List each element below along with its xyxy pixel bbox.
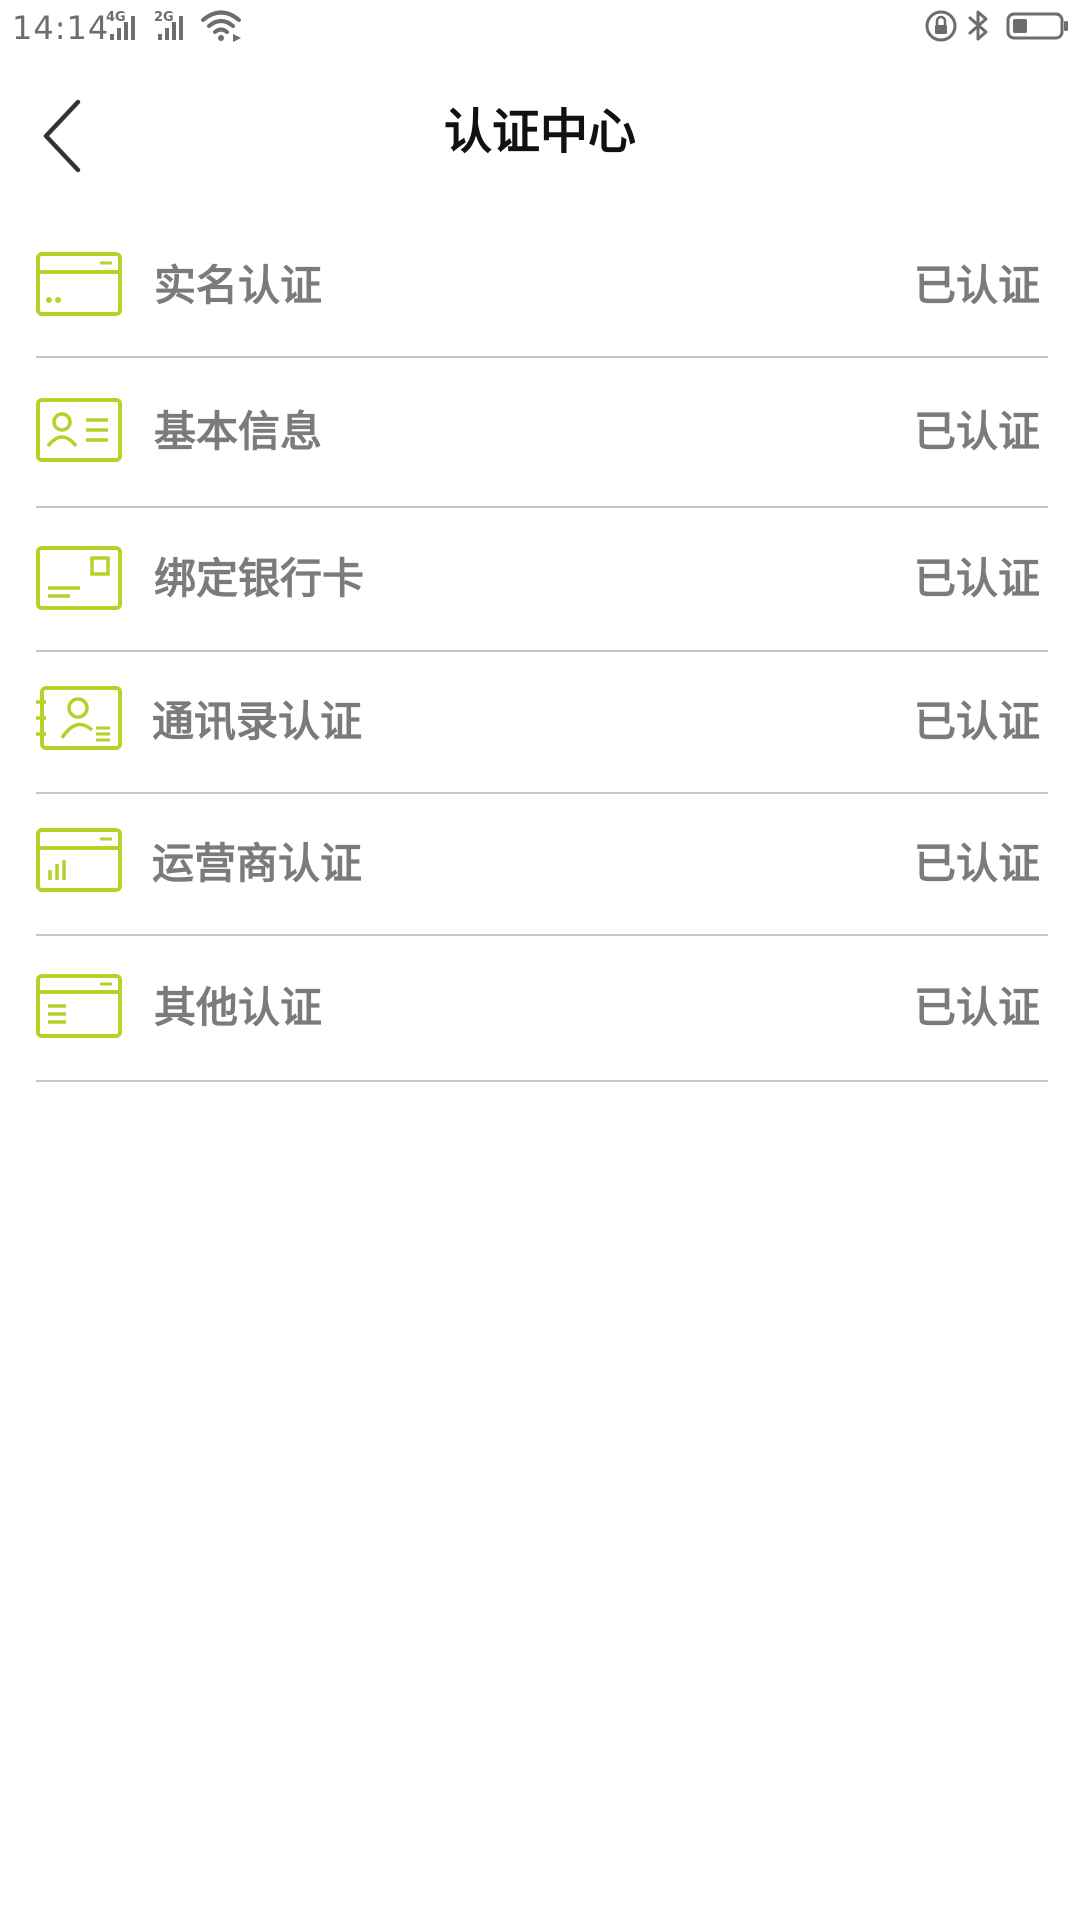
list-item-contacts[interactable]: 通讯录认证 已认证 bbox=[36, 652, 1048, 794]
carrier-chart-icon bbox=[36, 828, 122, 892]
list-item-bank-card[interactable]: 绑定银行卡 已认证 bbox=[36, 508, 1048, 652]
item-label: 其他认证 bbox=[154, 983, 323, 1032]
page-title: 认证中心 bbox=[443, 104, 636, 160]
svg-text:4G: 4G bbox=[106, 10, 126, 25]
status-bar: 14:14 4G 2G bbox=[0, 0, 1080, 56]
bluetooth-icon bbox=[968, 10, 988, 41]
item-label: 实名认证 bbox=[154, 261, 323, 310]
battery-icon bbox=[1006, 12, 1068, 40]
status-label: 已认证 bbox=[913, 554, 1040, 603]
list-item-basic-info[interactable]: 基本信息 已认证 bbox=[36, 358, 1048, 508]
rotation-lock-icon bbox=[925, 10, 957, 42]
status-label: 已认证 bbox=[913, 407, 1040, 456]
svg-text:2G: 2G bbox=[154, 10, 174, 25]
status-label: 已认证 bbox=[913, 261, 1040, 310]
nav-bar: 认证中心 bbox=[0, 56, 1080, 208]
status-time: 14:14 bbox=[12, 9, 110, 47]
wifi-icon bbox=[201, 10, 241, 42]
signal-4g-icon: 4G bbox=[106, 10, 135, 40]
profile-card-icon bbox=[36, 398, 122, 462]
item-label: 运营商认证 bbox=[152, 839, 363, 888]
status-label: 已认证 bbox=[913, 697, 1040, 746]
list-item-other[interactable]: 其他认证 已认证 bbox=[36, 936, 1048, 1082]
status-label: 已认证 bbox=[913, 839, 1040, 888]
verification-list: 实名认证 已认证 基本信息 已认证 绑定银行卡 已认证 通讯录认证 已认证 运营… bbox=[36, 216, 1048, 1082]
item-label: 绑定银行卡 bbox=[154, 554, 365, 603]
item-label: 基本信息 bbox=[154, 407, 323, 456]
list-item-real-name[interactable]: 实名认证 已认证 bbox=[36, 216, 1048, 358]
item-label: 通讯录认证 bbox=[152, 697, 363, 746]
bank-card-icon bbox=[36, 546, 122, 610]
status-label: 已认证 bbox=[913, 983, 1040, 1032]
id-card-icon bbox=[36, 252, 122, 316]
list-item-carrier[interactable]: 运营商认证 已认证 bbox=[36, 794, 1048, 936]
contacts-book-icon bbox=[36, 686, 122, 750]
signal-2g-icon: 2G bbox=[154, 10, 183, 40]
document-icon bbox=[36, 974, 122, 1038]
